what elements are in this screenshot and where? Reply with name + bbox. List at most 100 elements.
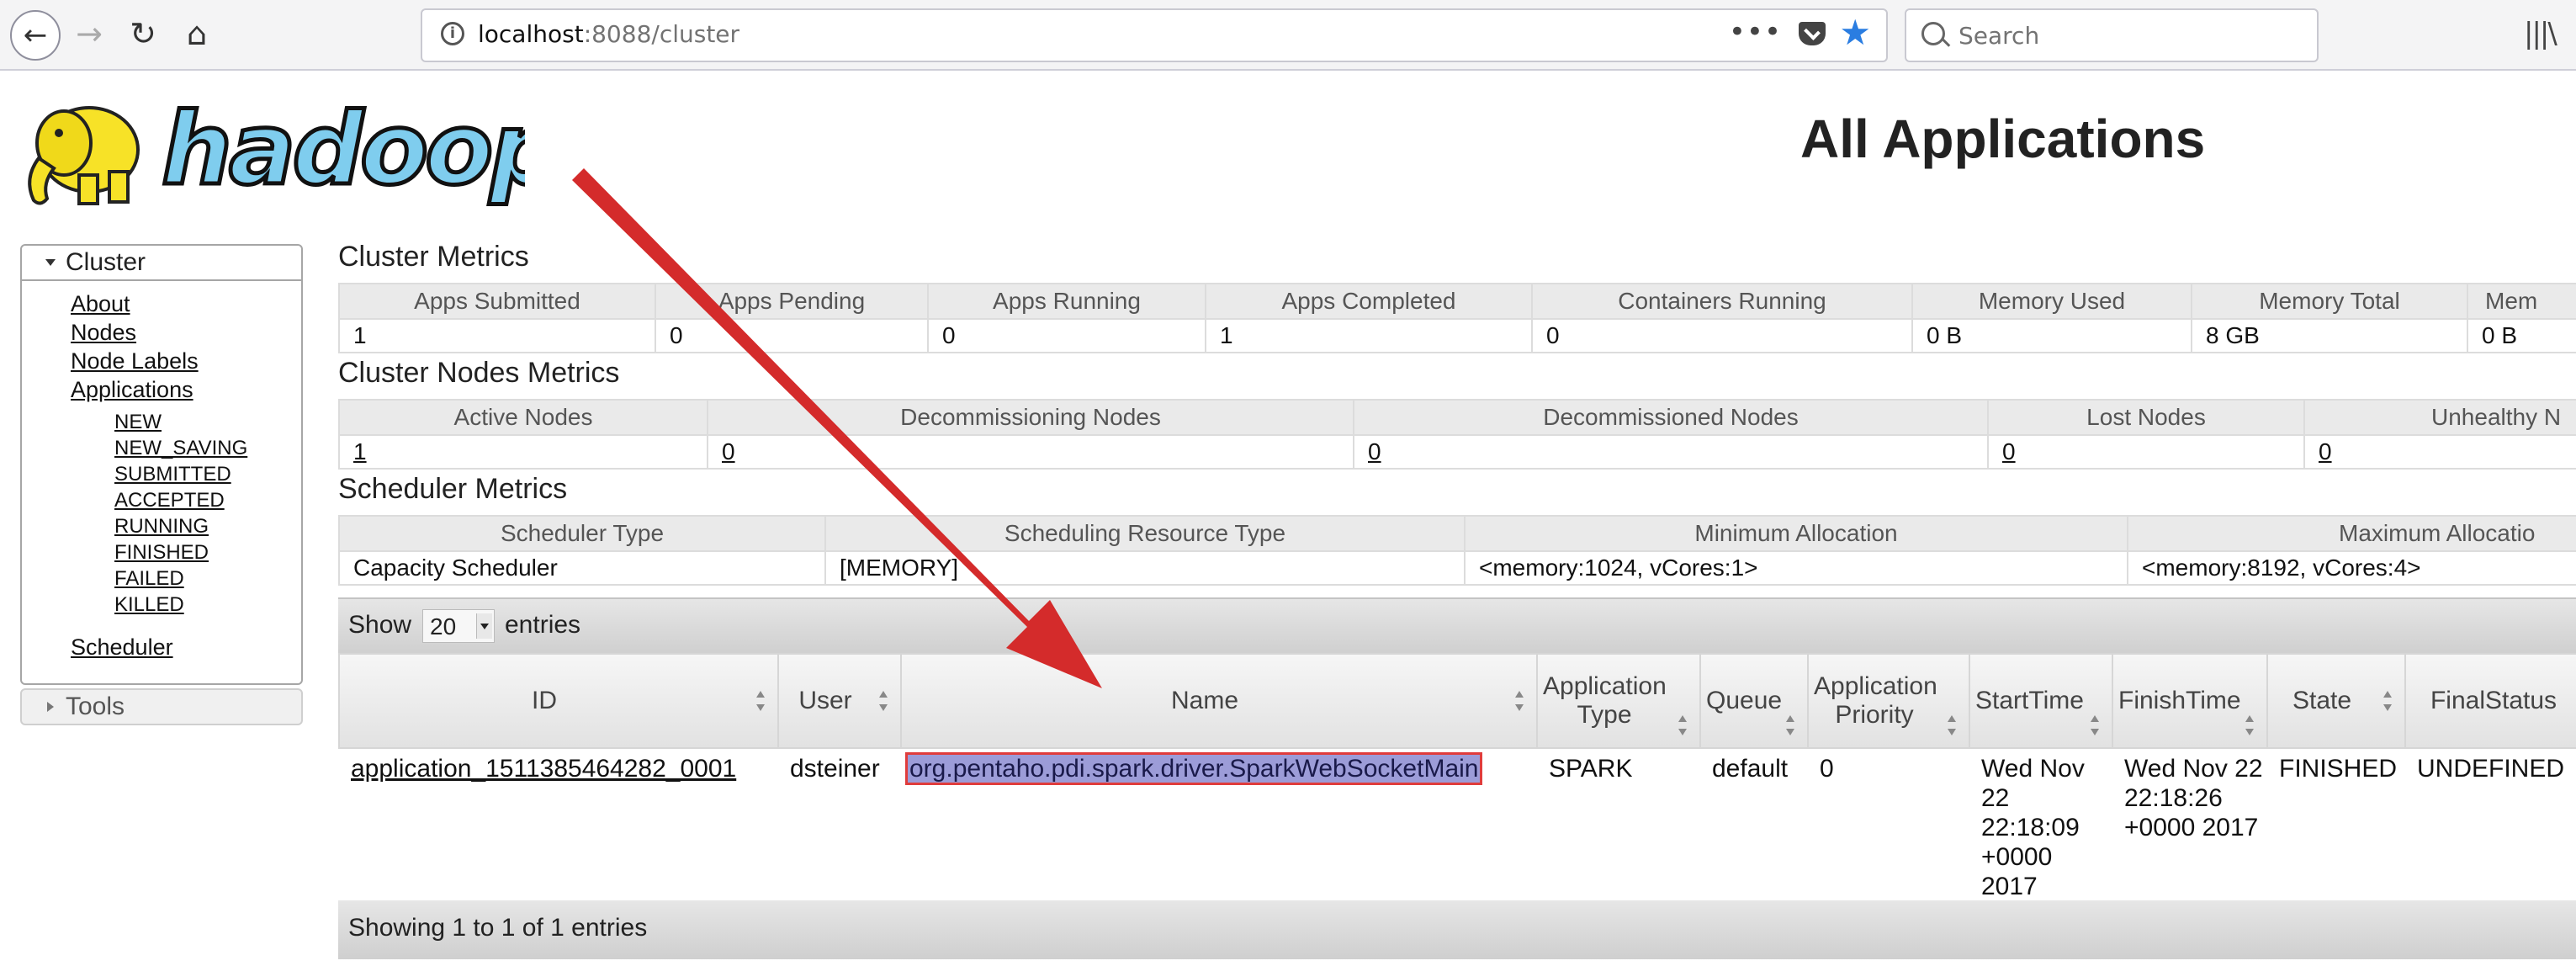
- dropdown-arrow-icon: [476, 613, 492, 639]
- state-link-killed[interactable]: KILLED: [114, 593, 184, 617]
- sort-icon: [1678, 715, 1688, 735]
- scheduler-metrics-title: Scheduler Metrics: [338, 473, 568, 505]
- sort-icon: [878, 691, 888, 711]
- header-label: StartTime: [1975, 687, 2084, 714]
- table-cell: 0 B: [2467, 318, 2576, 353]
- nodes-metrics-title: Cluster Nodes Metrics: [338, 357, 620, 389]
- expand-triangle-icon: [45, 259, 56, 266]
- table-row: 1 0 0 1 0 0 B 8 GB 0 B: [338, 318, 2576, 353]
- table-cell: Capacity Scheduler: [338, 550, 826, 586]
- header-label: Queue: [1706, 687, 1783, 714]
- state-link-new[interactable]: NEW: [114, 411, 162, 434]
- entries-value: 20: [430, 613, 457, 640]
- column-header-finish-time[interactable]: FinishTime: [2112, 653, 2268, 749]
- application-id-link[interactable]: application_1511385464282_0001: [351, 755, 736, 783]
- table-row: 1 0 0 0 0: [338, 434, 2576, 470]
- browser-toolbar: ← → ↻ ⌂ i localhost:8088/cluster ••• ★ S…: [0, 0, 2576, 71]
- table-cell: 0 B: [1911, 318, 2192, 353]
- table-header-row: Apps Submitted Apps Pending Apps Running…: [338, 283, 2576, 320]
- forward-button[interactable]: →: [66, 12, 113, 56]
- url-host: localhost: [478, 20, 584, 48]
- column-header: Decommissioned Nodes: [1353, 399, 1989, 436]
- pocket-icon[interactable]: [1799, 22, 1826, 45]
- sort-icon: [2245, 715, 2255, 735]
- application-id-cell: application_1511385464282_0001: [339, 748, 778, 902]
- back-button[interactable]: ←: [10, 10, 61, 61]
- sidebar-link-about[interactable]: About: [71, 291, 130, 317]
- column-header-final-status[interactable]: FinalStatus: [2404, 653, 2576, 749]
- column-header-state[interactable]: State: [2266, 653, 2406, 749]
- name-cell: org.pentaho.pdi.spark.driver.SparkWebSoc…: [901, 748, 1537, 902]
- home-button[interactable]: ⌂: [173, 12, 220, 56]
- sort-icon: [2383, 691, 2393, 711]
- nodes-metrics-table: Active Nodes Decommissioning Nodes Decom…: [338, 399, 2576, 470]
- table-cell: 1: [338, 318, 656, 353]
- table-header-row: Scheduler Type Scheduling Resource Type …: [338, 515, 2576, 552]
- column-header: Containers Running: [1531, 283, 1913, 320]
- header-label: ID: [532, 687, 557, 714]
- state-link-accepted[interactable]: ACCEPTED: [114, 489, 225, 512]
- column-header-application-type[interactable]: Application Type: [1536, 653, 1701, 749]
- url-path: :8088/cluster: [583, 20, 740, 48]
- state-link-failed[interactable]: FAILED: [114, 567, 184, 591]
- column-header-id[interactable]: ID: [338, 653, 779, 749]
- unhealthy-nodes-link[interactable]: 0: [2303, 434, 2576, 470]
- scheduler-metrics-table: Scheduler Type Scheduling Resource Type …: [338, 515, 2576, 586]
- sidebar-link-nodes[interactable]: Nodes: [71, 320, 136, 346]
- table-cell: 0: [655, 318, 929, 353]
- search-input[interactable]: Search: [1905, 8, 2319, 62]
- column-header: Apps Pending: [655, 283, 929, 320]
- address-bar[interactable]: i localhost:8088/cluster ••• ★: [421, 8, 1888, 62]
- application-name-highlighted[interactable]: org.pentaho.pdi.spark.driver.SparkWebSoc…: [904, 752, 1483, 785]
- queue-cell: default: [1712, 755, 1789, 783]
- apps-table-footer: Showing 1 to 1 of 1 entries: [338, 900, 2576, 959]
- column-header: Mem: [2467, 283, 2576, 320]
- application-type-cell: SPARK: [1549, 755, 1633, 783]
- state-link-finished[interactable]: FINISHED: [114, 541, 209, 565]
- sidebar-link-applications[interactable]: Applications: [71, 377, 193, 403]
- bookmark-star-icon[interactable]: ★: [1839, 12, 1871, 53]
- column-header-application-priority[interactable]: Application Priority: [1807, 653, 1970, 749]
- sidebar-link-scheduler[interactable]: Scheduler: [71, 634, 173, 661]
- decommissioned-nodes-link[interactable]: 0: [1353, 434, 1989, 470]
- header-label: Application Type: [1543, 672, 1667, 729]
- column-header: Minimum Allocation: [1464, 515, 2128, 552]
- table-header-row: ID User Name Application Type Queue Appl…: [338, 653, 2576, 749]
- cluster-metrics-title: Cluster Metrics: [338, 241, 529, 273]
- url-text[interactable]: localhost:8088/cluster: [478, 20, 739, 48]
- entries-label: entries: [505, 611, 581, 639]
- table-cell: <memory:1024, vCores:1>: [1464, 550, 2128, 586]
- logo-wordmark: hadoop: [162, 91, 525, 207]
- table-cell: 0: [927, 318, 1206, 353]
- column-header-user[interactable]: User: [777, 653, 902, 749]
- tools-section-header[interactable]: Tools: [20, 688, 303, 725]
- state-link-submitted[interactable]: SUBMITTED: [114, 463, 231, 486]
- tools-label: Tools: [66, 693, 125, 720]
- hadoop-logo[interactable]: hadoop: [20, 84, 525, 210]
- search-icon: [1921, 22, 1945, 45]
- table-row: Capacity Scheduler [MEMORY] <memory:1024…: [338, 550, 2576, 586]
- state-link-new-saving[interactable]: NEW_SAVING: [114, 437, 247, 460]
- decommissioning-nodes-link[interactable]: 0: [707, 434, 1354, 470]
- active-nodes-link[interactable]: 1: [338, 434, 708, 470]
- column-header: Apps Running: [927, 283, 1206, 320]
- page-actions-icon[interactable]: •••: [1729, 15, 1782, 49]
- sidebar-link-node-labels[interactable]: Node Labels: [71, 348, 199, 374]
- library-icon[interactable]: |||\: [2524, 17, 2557, 50]
- column-header-start-time[interactable]: StartTime: [1969, 653, 2113, 749]
- state-link-running[interactable]: RUNNING: [114, 515, 209, 539]
- reload-button[interactable]: ↻: [119, 12, 167, 56]
- column-header-name[interactable]: Name: [900, 653, 1538, 749]
- cluster-section-header[interactable]: Cluster: [22, 246, 301, 281]
- table-row: application_1511385464282_0001 dsteiner …: [339, 748, 2576, 902]
- lost-nodes-link[interactable]: 0: [1987, 434, 2305, 470]
- info-icon[interactable]: i: [441, 22, 464, 45]
- sort-icon: [2090, 715, 2100, 735]
- column-header: Apps Completed: [1205, 283, 1533, 320]
- table-cell: 1: [1205, 318, 1533, 353]
- column-header-queue[interactable]: Queue: [1699, 653, 1809, 749]
- entries-per-page-select[interactable]: 20: [422, 609, 495, 643]
- column-header: Scheduler Type: [338, 515, 826, 552]
- header-label: User: [798, 687, 852, 714]
- cluster-label: Cluster: [66, 248, 146, 276]
